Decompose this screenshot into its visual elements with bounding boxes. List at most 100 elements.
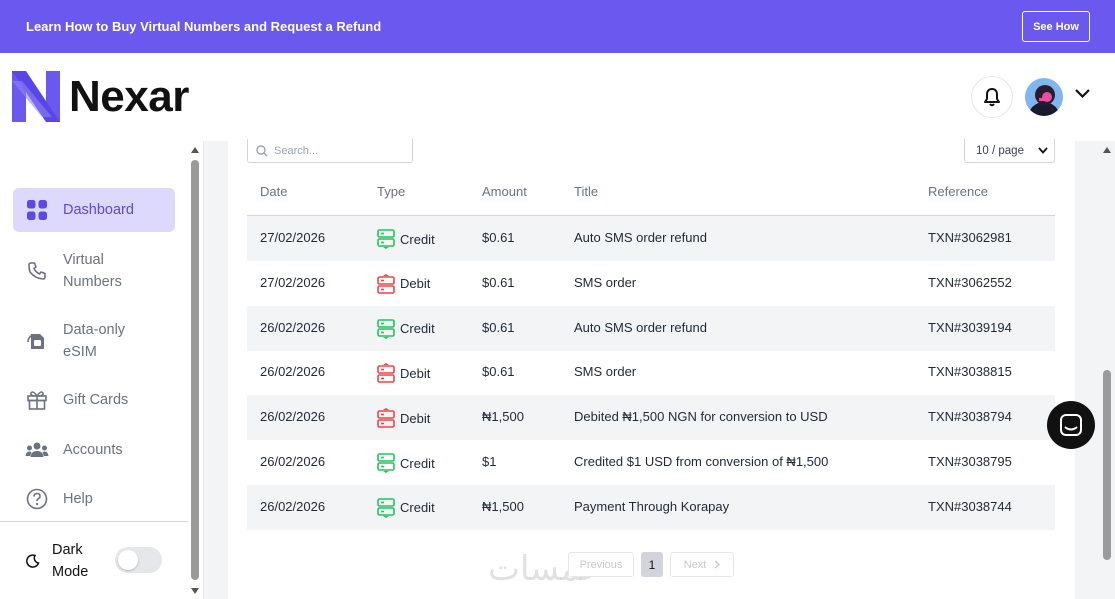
cell-type: Credit [377,497,435,518]
cell-date: 26/02/2026 [260,454,326,469]
next-page-button[interactable]: Next [670,552,734,577]
next-label: Next [683,558,707,571]
users-icon [24,437,50,463]
type-label: Credit [400,321,435,337]
cell-reference: TXN#3038815 [928,364,1012,380]
sidebar: Dashboard Virtual Numbers Data-only eSIM [0,141,204,599]
toggle-knob [118,550,138,570]
cell-date: 27/02/2026 [260,230,326,245]
cell-title: SMS order [574,364,637,380]
chevron-right-icon [714,560,721,569]
debit-icon [377,408,395,428]
main-scrollbar-thumb[interactable] [1103,370,1111,560]
dark-mode-label-line2: Mode [52,564,89,580]
previous-page-button[interactable]: Previous [568,552,634,577]
cell-reference: TXN#3062981 [928,230,1012,245]
cell-title: SMS order [574,274,637,290]
cell-title: Credited $1 USD from conversion of ₦1,50… [574,454,829,469]
type-label: Debit [400,410,431,426]
sidebar-item-help[interactable]: Help [13,487,175,511]
page-number-current[interactable]: 1 [641,552,663,577]
support-chat-button[interactable] [1047,401,1095,449]
table-row[interactable]: 26/02/2026 Debit ₦1,500 Debited ₦1,500 NGN … [247,395,1055,441]
column-header-amount[interactable]: Amount [482,184,527,199]
user-avatar[interactable] [1025,78,1063,116]
credit-icon [377,453,395,473]
sidebar-item-label: Dashboard [63,202,134,218]
sidebar-item-label: Help [63,491,93,507]
table-row[interactable]: 26/02/2026 Credit $1 Credited $1 USD from c… [247,440,1055,485]
cell-amount: ₦1,500 [482,409,524,425]
search-input[interactable] [274,144,404,157]
credit-icon [377,229,395,249]
cell-type: Credit [377,318,435,339]
brand-name: Nexar [69,71,189,121]
table-row[interactable]: 27/02/2026 Credit $0.61 Auto SMS order refu… [247,216,1055,261]
sim-icon [24,328,50,354]
table-row[interactable]: 27/02/2026 Debit $0.61 SMS order TXN#3062552 [247,261,1055,306]
cell-title: Payment Through Korapay [574,498,730,514]
see-how-button[interactable]: See How [1022,11,1090,42]
column-header-date[interactable]: Date [260,184,287,199]
chevron-down-icon[interactable] [1074,88,1091,99]
cell-amount: $0.61 [482,230,515,245]
moon-icon [26,554,40,568]
grid-icon [24,197,50,223]
sidebar-item-virtual-numbers[interactable]: Virtual Numbers [13,248,175,294]
notifications-button[interactable] [971,76,1013,118]
cell-amount: $0.61 [482,319,515,335]
debit-icon [377,363,395,384]
bell-icon [984,88,1000,107]
sidebar-item-dashboard[interactable]: Dashboard [13,188,175,232]
cell-date: 27/02/2026 [260,274,326,290]
banner-text: Learn How to Buy Virtual Numbers and Req… [26,19,382,34]
promo-banner: Learn How to Buy Virtual Numbers and Req… [0,0,1115,53]
cell-type: Credit [377,453,435,473]
page-size-select[interactable]: 10 / page [964,139,1055,163]
scroll-up-arrow-icon[interactable] [191,147,199,153]
cell-title: Auto SMS order refund [574,230,707,245]
page-size-value: 10 / page [976,144,1024,157]
type-label: Credit [400,231,435,247]
type-label: Credit [400,455,435,471]
table-row[interactable]: 26/02/2026 Credit ₦1,500 Payment Through Ko… [247,484,1055,530]
sidebar-item-label-line2: eSIM [63,344,97,360]
table-header: Date Type Amount Title Reference [247,170,1055,216]
column-header-type[interactable]: Type [377,184,405,199]
credit-icon [377,497,395,518]
table-row[interactable]: 26/02/2026 Credit $0.61 Auto SMS order refu… [247,305,1055,351]
brand-logo[interactable]: Nexar [12,71,189,122]
cell-date: 26/02/2026 [260,409,326,425]
dark-mode-label-line1: Dark [52,542,83,558]
scroll-up-arrow-icon[interactable] [1103,147,1111,153]
cell-type: Debit [377,273,431,294]
type-label: Debit [400,276,431,292]
sidebar-item-label: Gift Cards [63,392,129,408]
cell-date: 26/02/2026 [260,319,326,335]
cell-amount: $1 [482,454,497,469]
dark-mode-toggle[interactable] [115,547,162,573]
scroll-down-arrow-icon[interactable] [191,588,199,594]
credit-icon [377,318,395,339]
sidebar-item-gift-cards[interactable]: Gift Cards [13,388,175,412]
cell-amount: ₦1,500 [482,498,524,514]
table-row[interactable]: 26/02/2026 Debit $0.61 SMS order TXN#3038815 [247,350,1055,395]
avatar-image [1025,78,1063,116]
search-icon [256,144,268,157]
sidebar-item-label: Accounts [63,442,123,458]
cell-amount: $0.61 [482,364,515,380]
sidebar-divider [0,521,188,522]
sidebar-item-data-only-esim[interactable]: Data-only eSIM [13,318,175,364]
column-header-reference[interactable]: Reference [928,184,988,199]
cell-type: Debit [377,408,430,428]
cell-date: 26/02/2026 [260,498,326,514]
column-header-title[interactable]: Title [574,184,598,199]
cell-reference: TXN#3038794 [928,409,1012,425]
phone-icon [24,258,50,284]
sidebar-scrollbar-thumb[interactable] [191,160,199,580]
debit-icon [377,273,395,294]
sidebar-item-accounts[interactable]: Accounts [13,438,175,462]
cell-amount: $0.61 [482,274,515,290]
help-icon [24,486,50,512]
search-box[interactable] [247,139,413,163]
